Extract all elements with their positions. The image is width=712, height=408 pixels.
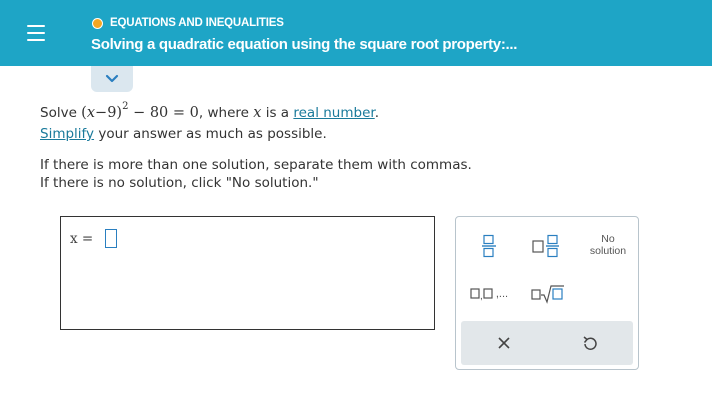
list-button[interactable]: , ,...	[468, 281, 510, 307]
undo-icon	[583, 336, 597, 350]
var-x: x	[253, 104, 262, 121]
solve-word: Solve	[40, 104, 77, 121]
eq-rest: − 80 = 0	[133, 104, 199, 121]
nth-root-icon	[531, 285, 564, 304]
topic-label: EQUATIONS AND INEQUALITIES	[110, 17, 284, 29]
instruction-line-2: If there is no solution, click "No solut…	[40, 175, 319, 191]
eq-exponent: 2	[122, 101, 129, 112]
simplify-line: Simplify your answer as much as possible…	[40, 126, 327, 142]
answer-box[interactable]: x =	[60, 216, 435, 330]
topic-row: EQUATIONS AND INEQUALITIES	[92, 17, 284, 29]
keypad-action-bar	[461, 321, 633, 365]
menu-button[interactable]	[0, 0, 72, 66]
where-text: , where	[198, 104, 249, 121]
eq-constant: 9	[107, 104, 117, 121]
problem-statement: Solve (x−9)2 − 80 = 0, where x is a real…	[40, 101, 379, 121]
eq-minus: −	[95, 104, 108, 121]
x-icon	[498, 337, 510, 349]
svg-text:,: ,	[480, 291, 483, 301]
hamburger-icon	[27, 25, 45, 41]
undo-button[interactable]	[577, 331, 603, 355]
answer-input[interactable]	[105, 229, 117, 248]
is-a-text: is a	[265, 104, 290, 121]
mixed-number-icon	[532, 234, 559, 258]
fraction-button[interactable]	[476, 231, 502, 261]
no-solution-line1: No	[601, 233, 615, 245]
answer-variable-label: x =	[70, 231, 94, 247]
no-solution-line2: solution	[589, 245, 627, 257]
list-ellipsis: ,...	[495, 288, 509, 300]
no-solution-button[interactable]: No solution	[580, 233, 636, 257]
collapse-header-button[interactable]	[91, 66, 133, 92]
page-title: Solving a quadratic equation using the s…	[91, 36, 518, 53]
fraction-icon	[482, 234, 496, 258]
simplify-link[interactable]: Simplify	[40, 126, 94, 142]
simplify-rest: your answer as much as possible.	[98, 126, 327, 142]
equation: (x−9)2 − 80 = 0	[81, 101, 199, 121]
nth-root-button[interactable]	[528, 281, 568, 307]
math-keypad: No solution , ,...	[455, 216, 639, 370]
eq-variable: x	[86, 104, 96, 121]
topic-status-dot	[92, 17, 103, 29]
period: .	[374, 104, 379, 121]
chevron-down-icon	[105, 74, 119, 83]
real-number-link[interactable]: real number	[293, 105, 374, 121]
header-bar: EQUATIONS AND INEQUALITIES Solving a qua…	[0, 0, 712, 66]
mixed-number-button[interactable]	[528, 231, 564, 261]
clear-button[interactable]	[491, 331, 517, 355]
instruction-line-1: If there is more than one solution, sepa…	[40, 157, 472, 173]
